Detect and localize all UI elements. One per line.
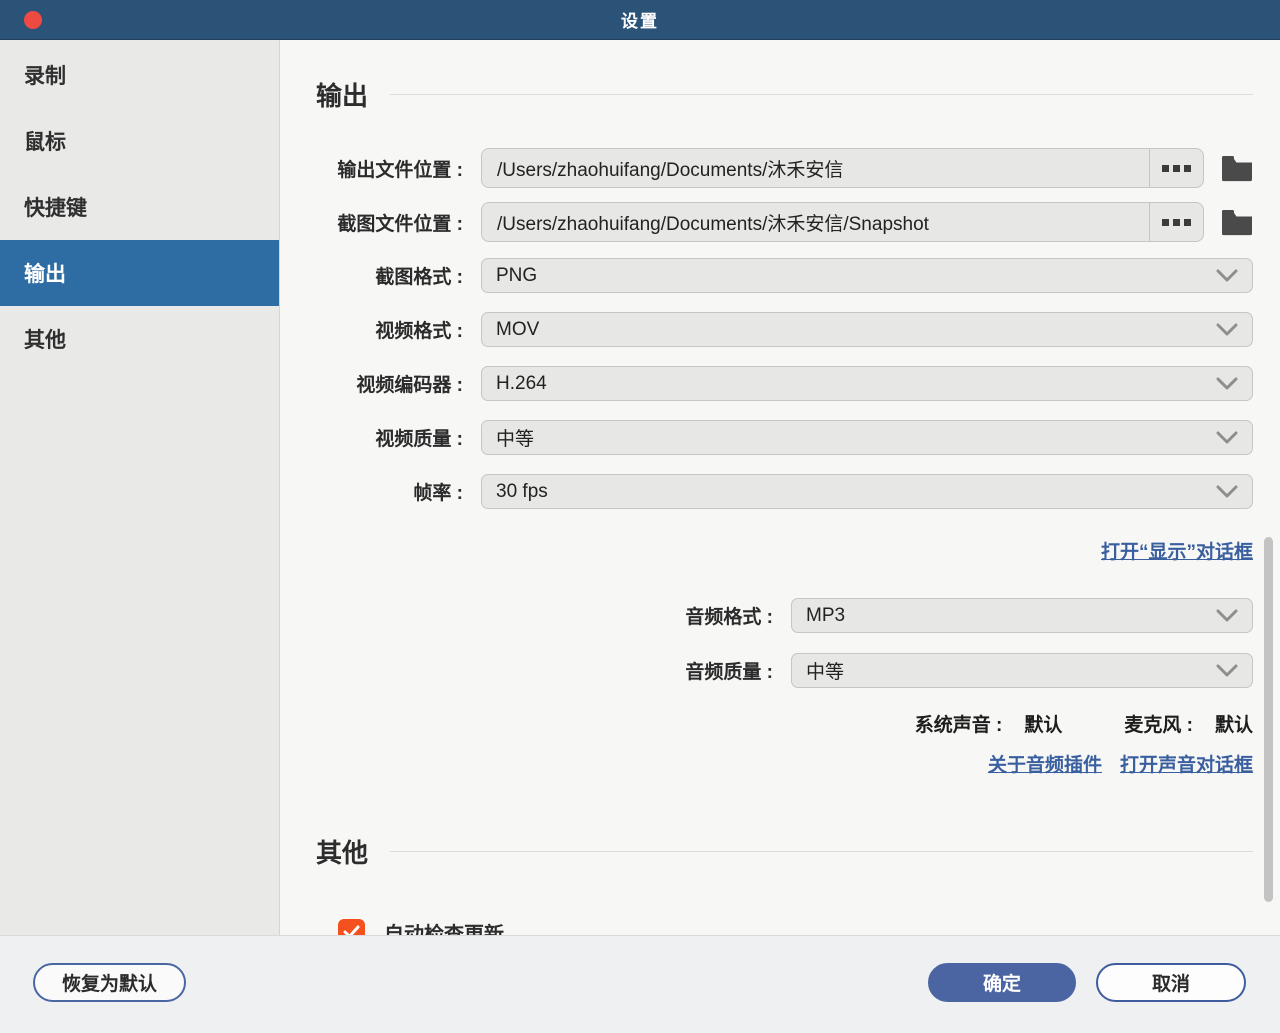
audio-links-row: 关于音频插件 打开声音对话框 <box>281 750 1253 776</box>
audio-format-select[interactable]: MP3 <box>791 598 1253 633</box>
output-path-row: 输出文件位置 : /Users/zhaohuifang/Documents/沐禾… <box>281 148 1253 188</box>
checkmark-icon <box>343 925 360 935</box>
output-path-browse-button[interactable] <box>1149 149 1203 187</box>
microphone-label: 麦克风 : <box>1124 710 1193 737</box>
ellipsis-icon <box>1173 165 1180 172</box>
system-sound-value: 默认 <box>1024 710 1062 737</box>
auto-update-row: 自动检查更新 <box>338 918 1253 935</box>
folder-icon[interactable] <box>1221 155 1253 182</box>
chevron-down-icon <box>1216 609 1238 623</box>
sidebar-item-record[interactable]: 录制 <box>0 42 279 108</box>
open-display-dialog-link[interactable]: 打开“显示”对话框 <box>1101 537 1253 564</box>
sidebar-item-output[interactable]: 输出 <box>0 240 279 306</box>
video-encoder-label: 视频编码器 : <box>281 370 463 397</box>
video-quality-row: 视频质量 : 中等 <box>281 420 1253 455</box>
video-encoder-value: H.264 <box>496 373 1216 395</box>
ellipsis-icon <box>1162 219 1169 226</box>
system-sound-label: 系统声音 : <box>915 710 1003 737</box>
video-quality-value: 中等 <box>496 424 1216 451</box>
ok-button[interactable]: 确定 <box>928 963 1076 1002</box>
cancel-button[interactable]: 取消 <box>1096 963 1246 1002</box>
audio-quality-row: 音频质量 : 中等 <box>281 653 1253 688</box>
sidebar-item-mouse[interactable]: 鼠标 <box>0 108 279 174</box>
about-audio-plugin-link[interactable]: 关于音频插件 <box>988 750 1102 777</box>
audio-format-row: 音频格式 : MP3 <box>281 598 1253 633</box>
snapshot-path-value: /Users/zhaohuifang/Documents/沐禾安信/Snapsh… <box>482 209 1149 236</box>
ellipsis-icon <box>1184 219 1191 226</box>
audio-format-label: 音频格式 : <box>281 602 773 629</box>
chevron-down-icon <box>1216 431 1238 445</box>
audio-format-value: MP3 <box>806 605 1216 627</box>
chevron-down-icon <box>1216 664 1238 678</box>
other-section-title: 其他 <box>316 833 368 870</box>
snapshot-path-browse-button[interactable] <box>1149 203 1203 241</box>
vertical-scrollbar[interactable] <box>1264 537 1273 902</box>
other-section-header: 其他 <box>316 835 1253 867</box>
video-quality-label: 视频质量 : <box>281 424 463 451</box>
frame-rate-value: 30 fps <box>496 481 1216 503</box>
footer-bar: 恢复为默认 确定 取消 <box>0 935 1280 1033</box>
frame-rate-row: 帧率 : 30 fps <box>281 474 1253 509</box>
audio-quality-label: 音频质量 : <box>281 657 773 684</box>
sidebar-item-other[interactable]: 其他 <box>0 306 279 372</box>
auto-update-label: 自动检查更新 <box>384 918 504 936</box>
snapshot-format-label: 截图格式 : <box>281 262 463 289</box>
sidebar-item-hotkeys[interactable]: 快捷键 <box>0 174 279 240</box>
ellipsis-icon <box>1184 165 1191 172</box>
close-icon[interactable] <box>24 11 42 29</box>
window-title: 设置 <box>621 7 659 32</box>
section-divider <box>390 851 1253 852</box>
audio-quality-select[interactable]: 中等 <box>791 653 1253 688</box>
settings-panel: 输出 输出文件位置 : /Users/zhaohuifang/Documents… <box>281 40 1280 935</box>
video-encoder-row: 视频编码器 : H.264 <box>281 366 1253 401</box>
title-bar: 设置 <box>0 0 1280 40</box>
video-format-value: MOV <box>496 319 1216 341</box>
snapshot-path-row: 截图文件位置 : /Users/zhaohuifang/Documents/沐禾… <box>281 202 1253 242</box>
chevron-down-icon <box>1216 377 1238 391</box>
ellipsis-icon <box>1162 165 1169 172</box>
video-quality-select[interactable]: 中等 <box>481 420 1253 455</box>
restore-defaults-button[interactable]: 恢复为默认 <box>33 963 186 1002</box>
snapshot-path-field[interactable]: /Users/zhaohuifang/Documents/沐禾安信/Snapsh… <box>481 202 1204 242</box>
audio-quality-value: 中等 <box>806 657 1216 684</box>
snapshot-path-label: 截图文件位置 : <box>281 209 463 236</box>
chevron-down-icon <box>1216 485 1238 499</box>
frame-rate-select[interactable]: 30 fps <box>481 474 1253 509</box>
snapshot-format-value: PNG <box>496 265 1216 287</box>
output-path-value: /Users/zhaohuifang/Documents/沐禾安信 <box>482 155 1149 182</box>
video-format-row: 视频格式 : MOV <box>281 312 1253 347</box>
video-format-label: 视频格式 : <box>281 316 463 343</box>
microphone-value: 默认 <box>1215 710 1253 737</box>
snapshot-format-row: 截图格式 : PNG <box>281 258 1253 293</box>
video-encoder-select[interactable]: H.264 <box>481 366 1253 401</box>
sound-devices-row: 系统声音 : 默认 麦克风 : 默认 <box>281 710 1253 736</box>
output-section-title: 输出 <box>316 76 368 113</box>
open-sound-dialog-link[interactable]: 打开声音对话框 <box>1120 750 1253 777</box>
video-format-select[interactable]: MOV <box>481 312 1253 347</box>
frame-rate-label: 帧率 : <box>281 478 463 505</box>
display-dialog-row: 打开“显示”对话框 <box>281 537 1253 563</box>
output-path-field[interactable]: /Users/zhaohuifang/Documents/沐禾安信 <box>481 148 1204 188</box>
snapshot-format-select[interactable]: PNG <box>481 258 1253 293</box>
folder-icon[interactable] <box>1221 209 1253 236</box>
chevron-down-icon <box>1216 323 1238 337</box>
output-section-header: 输出 <box>316 78 1253 110</box>
ellipsis-icon <box>1173 219 1180 226</box>
output-path-label: 输出文件位置 : <box>281 155 463 182</box>
sidebar: 录制 鼠标 快捷键 输出 其他 <box>0 40 280 935</box>
auto-update-checkbox[interactable] <box>338 919 365 936</box>
section-divider <box>390 94 1253 95</box>
chevron-down-icon <box>1216 269 1238 283</box>
